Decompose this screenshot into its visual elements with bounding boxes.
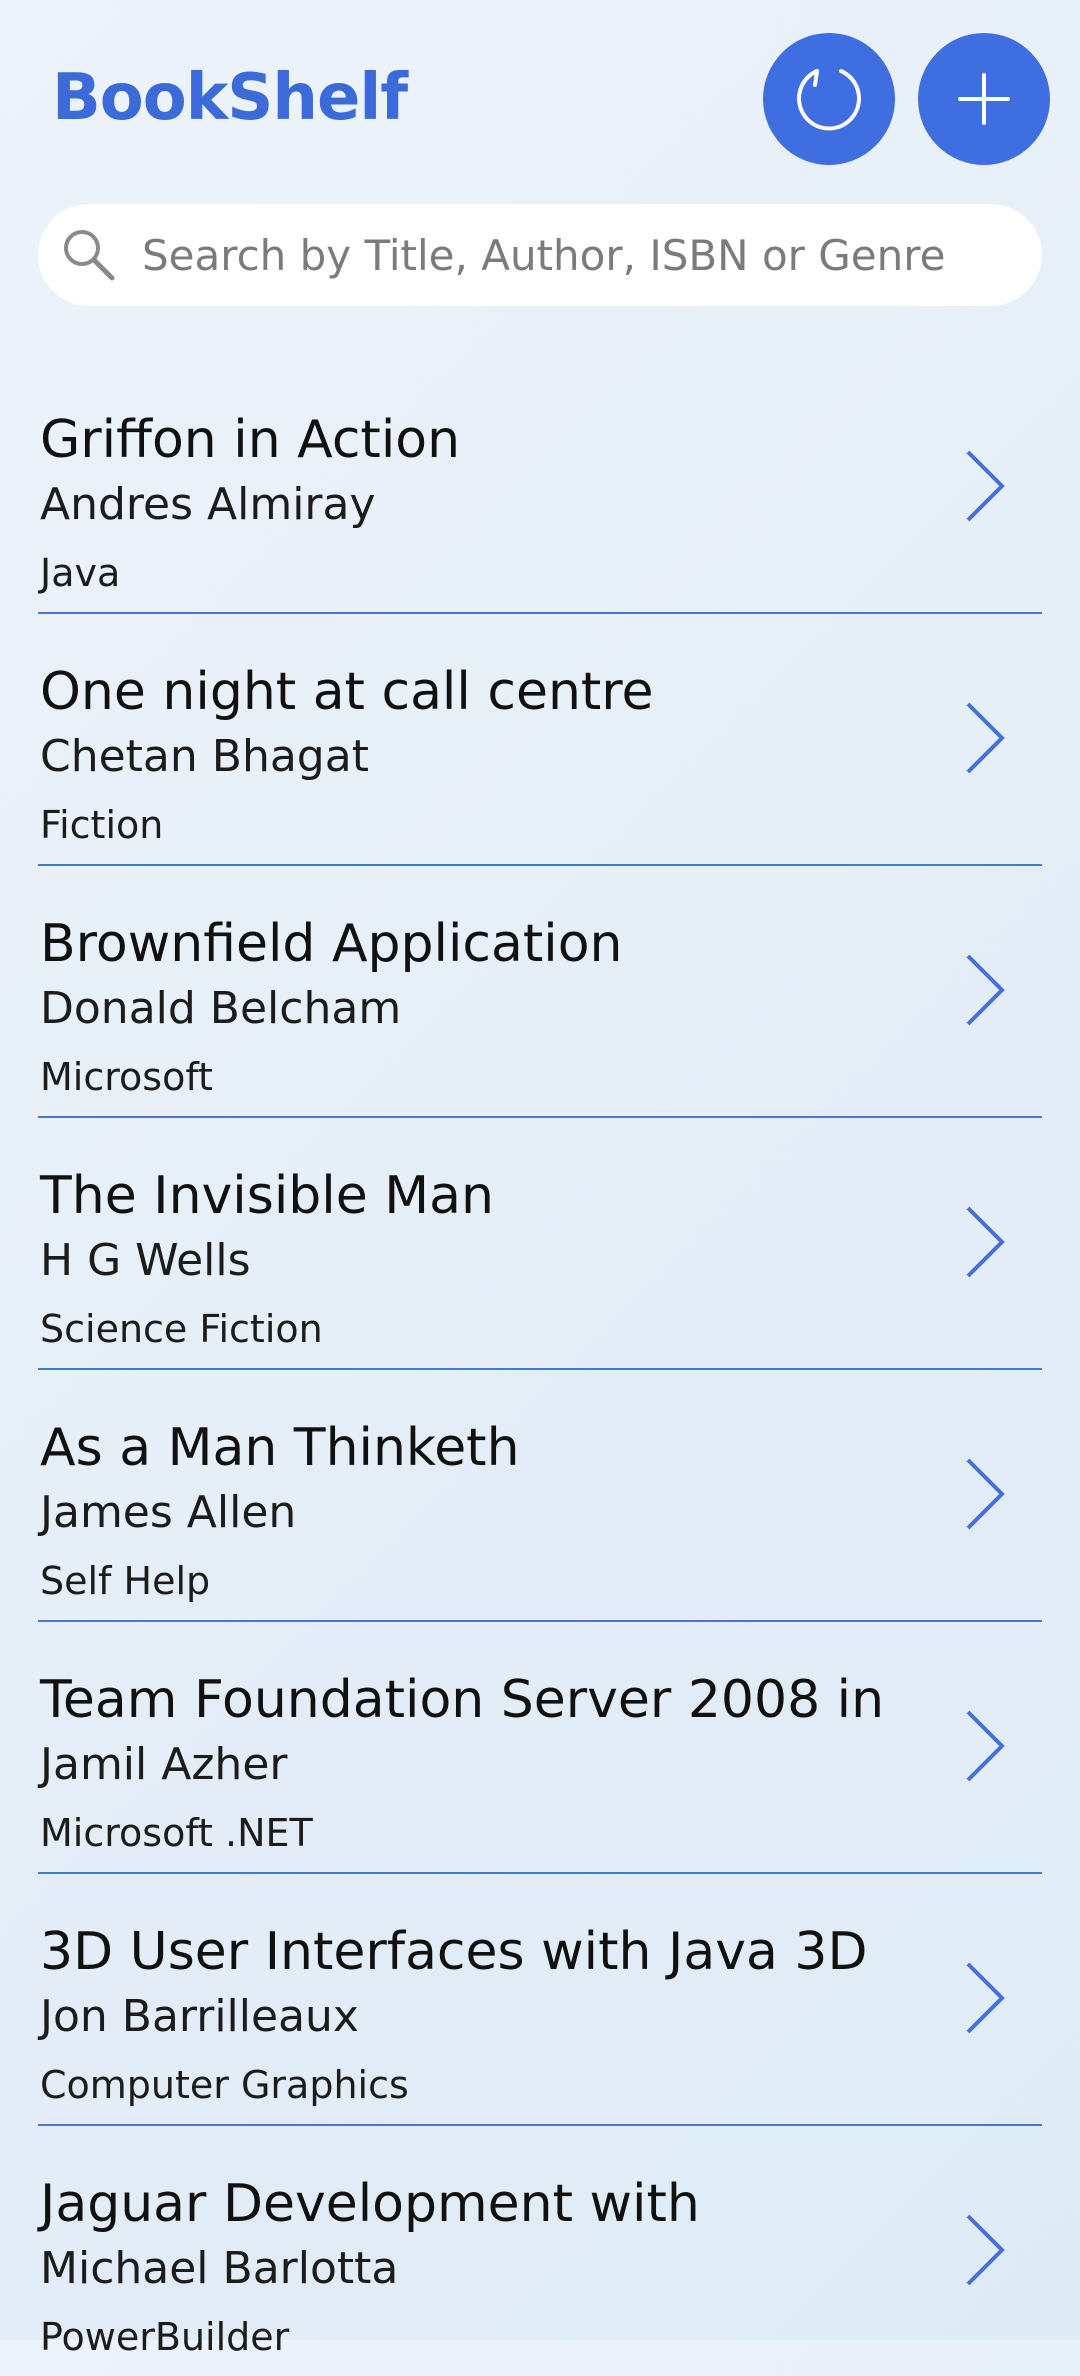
book-list-item[interactable]: One night at call centre Chetan Bhagat F… — [0, 612, 1080, 866]
chevron-right-icon[interactable] — [962, 698, 1010, 778]
book-genre: Self Help — [40, 1559, 211, 1603]
book-title: As a Man Thinketh — [40, 1418, 520, 1478]
book-genre: Microsoft .NET — [40, 1811, 313, 1855]
book-author: Chetan Bhagat — [40, 731, 369, 782]
book-genre: Science Fiction — [40, 1307, 323, 1351]
refresh-button[interactable] — [763, 33, 895, 165]
app-title: BookShelf — [52, 61, 408, 135]
book-title: 3D User Interfaces with Java 3D — [40, 1922, 868, 1982]
chevron-right-icon[interactable] — [962, 1202, 1010, 1282]
book-genre: Fiction — [40, 803, 164, 847]
book-list-item[interactable]: 3D User Interfaces with Java 3D Jon Barr… — [0, 1872, 1080, 2126]
search-bar[interactable] — [38, 204, 1042, 306]
book-author: Jamil Azher — [40, 1739, 288, 1790]
search-icon — [64, 230, 115, 281]
book-genre: PowerBuilder — [40, 2315, 290, 2359]
book-author: James Allen — [40, 1487, 297, 1538]
refresh-icon — [797, 69, 861, 131]
book-author: Donald Belcham — [40, 983, 402, 1034]
chevron-right-icon[interactable] — [962, 1454, 1010, 1534]
book-genre: Microsoft — [40, 1055, 213, 1099]
book-genre: Java — [40, 551, 121, 595]
book-list-item[interactable]: As a Man Thinketh James Allen Self Help — [0, 1368, 1080, 1622]
book-title: Jaguar Development with — [40, 2174, 700, 2234]
book-title: Team Foundation Server 2008 in — [40, 1670, 885, 1730]
chevron-right-icon[interactable] — [962, 1706, 1010, 1786]
chevron-right-icon[interactable] — [962, 2210, 1010, 2290]
book-author: H G Wells — [40, 1235, 251, 1286]
book-list-item[interactable]: Team Foundation Server 2008 in Jamil Azh… — [0, 1620, 1080, 1874]
chevron-right-icon[interactable] — [962, 446, 1010, 526]
search-input[interactable] — [142, 204, 1022, 306]
book-genre: Computer Graphics — [40, 2063, 409, 2107]
book-list: Griffon in Action Andres Almiray Java On… — [0, 360, 1080, 2376]
book-list-item[interactable]: The Invisible Man H G Wells Science Fict… — [0, 1116, 1080, 1370]
chevron-right-icon[interactable] — [962, 1958, 1010, 2038]
book-title: One night at call centre — [40, 662, 654, 722]
book-author: Jon Barrilleaux — [40, 1991, 359, 2042]
add-book-button[interactable] — [918, 33, 1050, 165]
book-title: The Invisible Man — [40, 1166, 494, 1226]
book-list-item[interactable]: Griffon in Action Andres Almiray Java — [0, 360, 1080, 614]
book-author: Michael Barlotta — [40, 2243, 399, 2294]
book-author: Andres Almiray — [40, 479, 376, 530]
book-list-item[interactable]: Brownfield Application Donald Belcham Mi… — [0, 864, 1080, 1118]
chevron-right-icon[interactable] — [962, 950, 1010, 1030]
book-title: Brownfield Application — [40, 914, 623, 974]
book-title: Griffon in Action — [40, 410, 461, 470]
book-list-item[interactable]: Jaguar Development with Michael Barlotta… — [0, 2124, 1080, 2376]
plus-icon — [958, 73, 1010, 125]
